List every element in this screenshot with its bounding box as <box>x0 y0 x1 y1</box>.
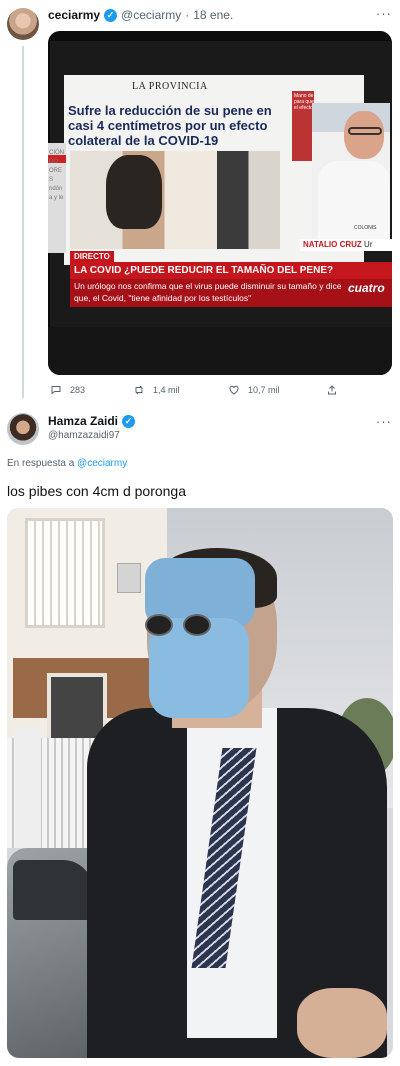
tweet-image[interactable] <box>7 508 393 1058</box>
reply-button[interactable]: 283 <box>50 384 85 396</box>
thread-line <box>22 46 24 398</box>
tweet-text: los pibes con 4cm d poronga <box>7 483 186 499</box>
share-icon <box>328 385 336 395</box>
news-ticker: LA COVID ¿PUEDE REDUCIR EL TAMAÑO DEL PE… <box>70 262 392 279</box>
display-name[interactable]: ceciarmy <box>48 8 100 22</box>
avatar[interactable] <box>7 413 39 445</box>
news-subtitle: Un urólogo nos confirma que el virus pue… <box>74 281 342 303</box>
like-icon <box>229 385 239 395</box>
guest-face <box>344 111 384 159</box>
verified-badge-icon: ✓ <box>104 8 118 22</box>
retweet-count: 1,4 mil <box>153 385 180 395</box>
retweet-icon <box>135 385 143 395</box>
tweet-date[interactable]: 18 ene. <box>193 8 233 22</box>
reply-context: En respuesta a @ceciarmy <box>7 458 127 469</box>
reply-to-link[interactable]: @ceciarmy <box>77 458 127 469</box>
retweet-button[interactable]: 1,4 mil <box>133 384 180 396</box>
tweet-ceciarmy[interactable]: ceciarmy ✓ @ceciarmy · 18 ene. ··· LA PR… <box>0 0 400 408</box>
reply-prefix: En respuesta a <box>7 458 75 469</box>
like-button[interactable]: 10,7 mil <box>228 384 280 396</box>
air-conditioner <box>117 563 141 593</box>
guest-coat <box>318 161 390 247</box>
share-button[interactable] <box>326 384 338 396</box>
reply-icon <box>51 386 61 395</box>
more-icon[interactable]: ··· <box>376 6 392 21</box>
pillar <box>15 728 41 848</box>
guest-coat-logo: COLONIS <box>354 225 377 231</box>
avatar[interactable] <box>7 8 39 40</box>
handle[interactable]: @ceciarmy <box>121 8 181 22</box>
tweet-header: Hamza Zaidi ✓ <box>48 414 136 428</box>
guest-name: NATALIO CRUZ <box>303 240 362 249</box>
tweet-header: ceciarmy ✓ @ceciarmy · 18 ene. <box>48 8 233 22</box>
separator: · <box>185 8 190 22</box>
newspaper-photo <box>70 151 280 249</box>
display-name[interactable]: Hamza Zaidi <box>48 414 118 428</box>
left-strip-text: CIÓN DO ORES ndón a y le <box>49 150 64 201</box>
channel-logo: cuatro <box>348 281 385 295</box>
sunglasses-lens-left <box>145 614 173 636</box>
sunglasses-lens-right <box>183 614 211 636</box>
like-count: 10,7 mil <box>248 385 280 395</box>
tv-bezel <box>48 327 392 375</box>
handle[interactable]: @hamzazaidi97 <box>48 430 120 441</box>
sunglasses <box>141 614 221 638</box>
hand <box>297 988 387 1058</box>
guest-name-label: NATALIO CRUZ Ur <box>300 239 392 251</box>
reply-count: 283 <box>70 385 86 395</box>
newspaper-masthead: LA PROVINCIA <box>132 81 208 92</box>
verified-badge-icon: ✓ <box>122 414 136 428</box>
guest-glasses <box>348 127 382 135</box>
side-box-text: Mano de para que el efecto <box>294 93 314 111</box>
man-head-in-hands <box>106 155 162 229</box>
balcony <box>25 518 105 628</box>
tweet-image[interactable]: LA PROVINCIA Sufre la reducción de su pe… <box>48 31 392 375</box>
car-window <box>13 860 93 920</box>
more-icon[interactable]: ··· <box>376 414 392 429</box>
newspaper-headline: Sufre la reducción de su pene en casi 4 … <box>68 103 272 148</box>
guest-name-suffix: Ur <box>364 240 373 249</box>
